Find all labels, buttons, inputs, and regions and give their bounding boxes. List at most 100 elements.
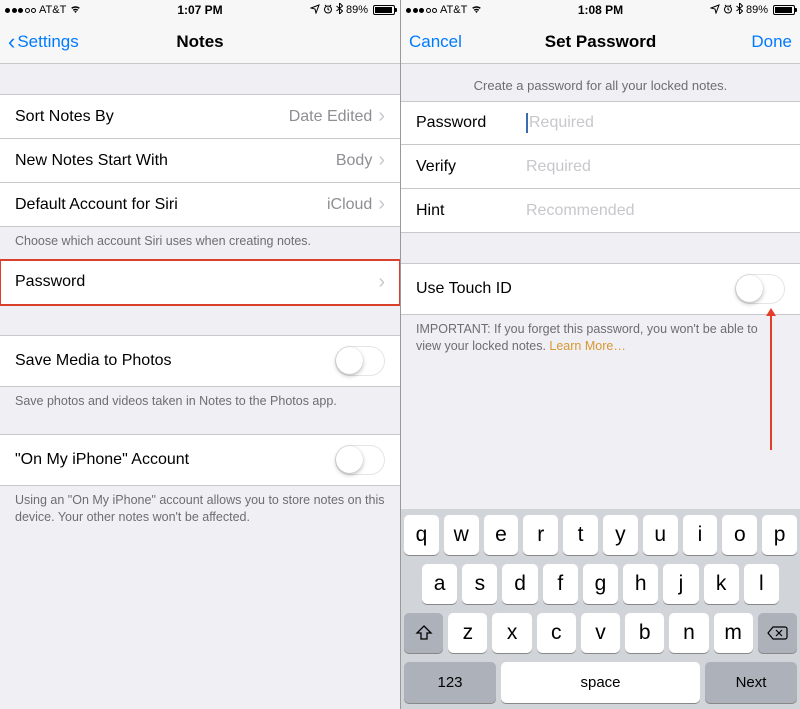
footer-save-media: Save photos and videos taken in Notes to…: [0, 387, 400, 420]
row-value: iCloud: [327, 196, 372, 214]
key-l[interactable]: l: [744, 564, 779, 604]
done-button[interactable]: Done: [751, 32, 792, 52]
key-m[interactable]: m: [714, 613, 753, 653]
navbar: Cancel Set Password Done: [401, 20, 800, 64]
key-backspace[interactable]: [758, 613, 797, 653]
row-hint-field[interactable]: Hint: [401, 189, 800, 233]
cancel-button[interactable]: Cancel: [409, 32, 462, 52]
bluetooth-icon: [736, 3, 743, 17]
field-placeholder: Required: [529, 114, 594, 132]
battery-icon: [773, 5, 795, 15]
key-h[interactable]: h: [623, 564, 658, 604]
header-description: Create a password for all your locked no…: [401, 64, 800, 101]
row-sort-notes[interactable]: Sort Notes By Date Edited›: [0, 94, 400, 139]
carrier-label: AT&T: [440, 4, 467, 16]
row-label: New Notes Start With: [15, 152, 336, 170]
status-bar: AT&T 1:07 PM 89%: [0, 0, 400, 20]
key-y[interactable]: y: [603, 515, 638, 555]
wifi-icon: [470, 4, 483, 17]
content-scroll[interactable]: Sort Notes By Date Edited› New Notes Sta…: [0, 64, 400, 709]
signal-dots-icon: [406, 8, 437, 13]
screen-set-password: AT&T 1:08 PM 89% Cancel Set Password D: [400, 0, 800, 709]
nav-title: Set Password: [545, 32, 657, 52]
key-u[interactable]: u: [643, 515, 678, 555]
key-c[interactable]: c: [537, 613, 576, 653]
toggle-on-my-iphone[interactable]: [335, 445, 385, 475]
screen-notes-settings: AT&T 1:07 PM 89% ‹ Settings Notes: [0, 0, 400, 709]
row-value: Date Edited: [289, 108, 373, 126]
row-label: "On My iPhone" Account: [15, 451, 335, 469]
key-z[interactable]: z: [448, 613, 487, 653]
bluetooth-icon: [336, 3, 343, 17]
row-verify-field[interactable]: Verify: [401, 145, 800, 189]
status-bar: AT&T 1:08 PM 89%: [401, 0, 800, 20]
row-password[interactable]: Password ›: [0, 260, 400, 305]
key-123[interactable]: 123: [404, 662, 496, 703]
chevron-right-icon: ›: [378, 193, 385, 216]
learn-more-link[interactable]: Learn More…: [549, 339, 625, 353]
row-value: Body: [336, 152, 372, 170]
back-button[interactable]: ‹ Settings: [8, 31, 79, 53]
verify-input[interactable]: [526, 158, 785, 176]
row-password-field[interactable]: Password Required: [401, 101, 800, 145]
key-s[interactable]: s: [462, 564, 497, 604]
chevron-right-icon: ›: [378, 271, 385, 294]
key-t[interactable]: t: [563, 515, 598, 555]
location-icon: [310, 4, 320, 17]
row-new-notes[interactable]: New Notes Start With Body ›: [0, 139, 400, 183]
row-label: Default Account for Siri: [15, 196, 327, 214]
statusbar-time: 1:08 PM: [578, 3, 623, 17]
keyboard-row-1: q w e r t y u i o p: [404, 515, 797, 555]
key-k[interactable]: k: [704, 564, 739, 604]
row-default-account-siri[interactable]: Default Account for Siri iCloud ›: [0, 183, 400, 227]
row-save-media[interactable]: Save Media to Photos: [0, 335, 400, 387]
key-g[interactable]: g: [583, 564, 618, 604]
key-w[interactable]: w: [444, 515, 479, 555]
backspace-icon: [766, 625, 788, 641]
key-a[interactable]: a: [422, 564, 457, 604]
done-label: Done: [751, 32, 792, 52]
alarm-icon: [723, 4, 733, 17]
location-icon: [710, 4, 720, 17]
signal-dots-icon: [5, 8, 36, 13]
battery-pct: 89%: [346, 4, 368, 16]
key-n[interactable]: n: [669, 613, 708, 653]
battery-icon: [373, 5, 395, 15]
row-on-my-iphone[interactable]: "On My iPhone" Account: [0, 434, 400, 486]
row-label: Use Touch ID: [416, 280, 735, 298]
key-next[interactable]: Next: [705, 662, 797, 703]
key-q[interactable]: q: [404, 515, 439, 555]
key-o[interactable]: o: [722, 515, 757, 555]
key-i[interactable]: i: [683, 515, 718, 555]
hint-input[interactable]: [526, 202, 785, 220]
key-shift[interactable]: [404, 613, 443, 653]
keyboard-row-2: a s d f g h j k l: [404, 564, 797, 604]
footer-siri: Choose which account Siri uses when crea…: [0, 227, 400, 260]
footer-important: IMPORTANT: If you forget this password, …: [401, 315, 800, 365]
key-d[interactable]: d: [502, 564, 537, 604]
battery-pct: 89%: [746, 4, 768, 16]
nav-title: Notes: [176, 32, 223, 52]
key-p[interactable]: p: [762, 515, 797, 555]
keyboard-row-4: 123 space Next: [404, 662, 797, 703]
key-j[interactable]: j: [663, 564, 698, 604]
chevron-left-icon: ‹: [8, 31, 15, 53]
toggle-save-media[interactable]: [335, 346, 385, 376]
toggle-touch-id[interactable]: [735, 274, 785, 304]
key-f[interactable]: f: [543, 564, 578, 604]
key-b[interactable]: b: [625, 613, 664, 653]
alarm-icon: [323, 4, 333, 17]
footer-on-my-iphone: Using an "On My iPhone" account allows y…: [0, 486, 400, 536]
field-label: Hint: [416, 202, 526, 220]
key-r[interactable]: r: [523, 515, 558, 555]
keyboard: q w e r t y u i o p a s d f g h j k l z: [401, 509, 800, 709]
key-x[interactable]: x: [492, 613, 531, 653]
key-e[interactable]: e: [484, 515, 519, 555]
key-v[interactable]: v: [581, 613, 620, 653]
row-use-touch-id[interactable]: Use Touch ID: [401, 263, 800, 315]
chevron-right-icon: ›: [378, 149, 385, 172]
text-cursor: [526, 113, 528, 133]
cancel-label: Cancel: [409, 32, 462, 52]
key-space[interactable]: space: [501, 662, 700, 703]
content-scroll[interactable]: Create a password for all your locked no…: [401, 64, 800, 509]
